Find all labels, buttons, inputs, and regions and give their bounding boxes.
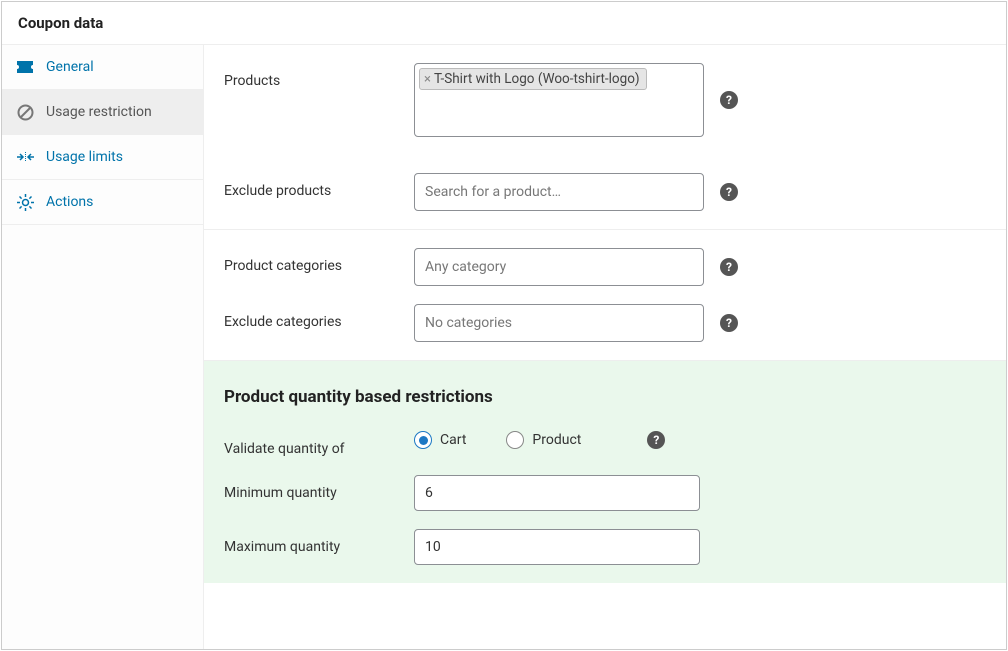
tab-usage-limits[interactable]: Usage limits bbox=[2, 135, 203, 180]
label-min-quantity: Minimum quantity bbox=[224, 475, 414, 501]
control-wrap bbox=[414, 475, 700, 511]
help-icon[interactable]: ? bbox=[720, 183, 738, 201]
label-products: Products bbox=[224, 63, 414, 89]
products-select[interactable]: × T-Shirt with Logo (Woo-tshirt-logo) bbox=[414, 63, 704, 137]
coupon-data-panel: Coupon data General Usage restriction bbox=[1, 1, 1007, 650]
control-wrap: No categories ? bbox=[414, 304, 738, 342]
help-icon[interactable]: ? bbox=[720, 314, 738, 332]
exclude-categories-select[interactable]: No categories bbox=[414, 304, 704, 342]
placeholder-text: No categories bbox=[419, 315, 512, 331]
control-wrap: × T-Shirt with Logo (Woo-tshirt-logo) ? bbox=[414, 63, 738, 137]
control-wrap bbox=[414, 529, 700, 565]
control-wrap: Any category ? bbox=[414, 248, 738, 286]
tab-general[interactable]: General bbox=[2, 45, 203, 90]
coupon-tabs-sidebar: General Usage restriction Usage limits A… bbox=[2, 45, 204, 649]
panel-title: Coupon data bbox=[2, 2, 1006, 45]
radio-unchecked-icon bbox=[506, 431, 524, 449]
tab-content: Products × T-Shirt with Logo (Woo-tshirt… bbox=[204, 45, 1006, 649]
quantity-restrictions-section: Product quantity based restrictions Vali… bbox=[204, 361, 1006, 583]
placeholder-text: Search for a product… bbox=[419, 184, 561, 200]
control-wrap: Search for a product… ? bbox=[414, 173, 738, 211]
row-min-quantity: Minimum quantity bbox=[204, 457, 1006, 511]
panel-body: General Usage restriction Usage limits A… bbox=[2, 45, 1006, 649]
row-exclude-categories: Exclude categories No categories ? bbox=[204, 286, 1006, 361]
row-validate-quantity: Validate quantity of Cart Product bbox=[204, 413, 1006, 457]
tab-label: General bbox=[46, 59, 94, 75]
tab-label: Usage limits bbox=[46, 149, 123, 165]
row-product-categories: Product categories Any category ? bbox=[204, 230, 1006, 286]
row-max-quantity: Maximum quantity bbox=[204, 511, 1006, 565]
tab-usage-restriction[interactable]: Usage restriction bbox=[2, 90, 203, 135]
exclude-products-select[interactable]: Search for a product… bbox=[414, 173, 704, 211]
max-quantity-input[interactable] bbox=[414, 529, 700, 565]
radio-checked-icon bbox=[414, 431, 432, 449]
label-max-quantity: Maximum quantity bbox=[224, 529, 414, 555]
product-categories-select[interactable]: Any category bbox=[414, 248, 704, 286]
radio-label: Cart bbox=[440, 432, 466, 448]
label-validate-quantity: Validate quantity of bbox=[224, 431, 414, 457]
control-wrap: Cart Product ? bbox=[414, 431, 665, 449]
remove-tag-icon[interactable]: × bbox=[424, 72, 431, 87]
help-icon[interactable]: ? bbox=[720, 91, 738, 109]
help-icon[interactable]: ? bbox=[720, 258, 738, 276]
label-exclude-products: Exclude products bbox=[224, 173, 414, 199]
row-exclude-products: Exclude products Search for a product… ? bbox=[204, 155, 1006, 230]
section-heading: Product quantity based restrictions bbox=[204, 361, 1006, 413]
min-quantity-input[interactable] bbox=[414, 475, 700, 511]
tab-label: Usage restriction bbox=[46, 104, 152, 120]
label-exclude-categories: Exclude categories bbox=[224, 304, 414, 330]
validate-quantity-radio-group: Cart Product bbox=[414, 431, 581, 449]
placeholder-text: Any category bbox=[419, 259, 506, 275]
radio-product[interactable]: Product bbox=[506, 431, 581, 449]
tab-actions[interactable]: Actions bbox=[2, 180, 203, 225]
product-tag: × T-Shirt with Logo (Woo-tshirt-logo) bbox=[419, 68, 647, 90]
radio-cart[interactable]: Cart bbox=[414, 431, 466, 449]
label-product-categories: Product categories bbox=[224, 248, 414, 274]
tab-label: Actions bbox=[46, 194, 93, 210]
tag-label: T-Shirt with Logo (Woo-tshirt-logo) bbox=[434, 71, 640, 87]
ticket-icon bbox=[16, 58, 34, 76]
arrows-collapse-icon bbox=[16, 148, 34, 166]
gear-icon bbox=[16, 193, 34, 211]
radio-label: Product bbox=[532, 432, 581, 448]
help-icon[interactable]: ? bbox=[647, 431, 665, 449]
ban-icon bbox=[16, 103, 34, 121]
row-products: Products × T-Shirt with Logo (Woo-tshirt… bbox=[204, 45, 1006, 155]
